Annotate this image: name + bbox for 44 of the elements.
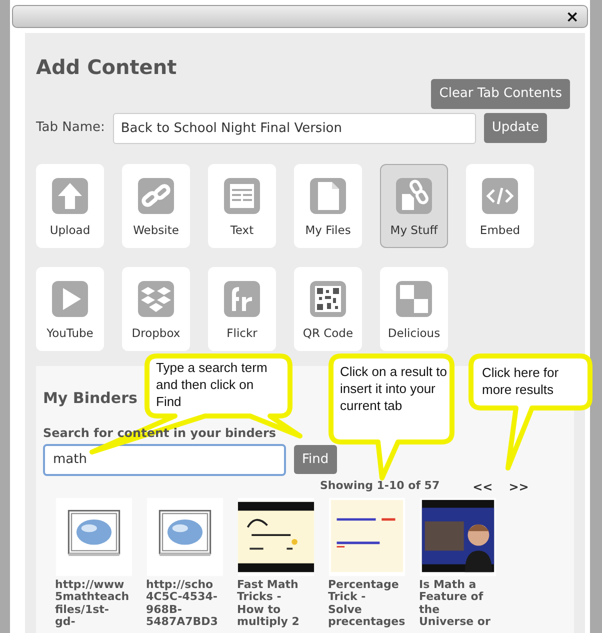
content-type-tile[interactable]: My Stuff [380,164,448,248]
search-field[interactable]: math [43,444,286,476]
boxes-icon [138,280,174,316]
content-type-tile[interactable]: QR Code [294,266,362,350]
content-type-tile[interactable]: YouTube [36,266,104,350]
previous-page-link[interactable]: << [472,478,493,496]
content-type-tile[interactable]: Delicious [380,266,448,350]
result-title-link[interactable]: http://scho 4C5C-4534- 968B- 5487A7BD3 [146,578,224,628]
content-type-tile[interactable]: Flickr [208,266,276,350]
code-icon [482,178,518,214]
update-button[interactable]: Update [484,113,547,143]
content-type-tile[interactable]: Dropbox [122,266,190,350]
content-type-tile[interactable]: Text [208,164,276,248]
find-button[interactable]: Find [294,444,337,474]
file-link-icon [396,178,432,214]
result-title-link[interactable]: http://www 5mathteach files/1st- gd- [55,578,133,628]
callout-text: Type a search term and then click on Find [156,359,268,410]
close-button[interactable]: × [558,6,587,27]
content-type-tile[interactable]: Upload [36,164,104,248]
upload-icon [52,178,88,214]
fr-logo-icon [224,280,260,316]
link-icon [138,178,174,214]
callout-text: Click here for more results [482,364,560,398]
result-title-link[interactable]: Is Math a Feature of the Universe or [419,578,497,628]
result-title-link[interactable]: Fast Math Tricks - How to multiply 2 [237,578,315,628]
result-title-link[interactable]: Percentage Trick - Solve precentages [328,578,406,628]
section-title: My Binders [43,388,138,406]
web-page-icon[interactable] [55,498,133,576]
tab-name-field[interactable]: Back to School Night Final Version [112,112,476,144]
dialog-title: Add Content [36,55,177,79]
content-type-tile[interactable]: Website [122,164,190,248]
tab-name-label: Tab Name: [36,119,105,138]
play-icon [52,280,88,316]
web-page-icon[interactable] [146,498,224,576]
content-type-tile[interactable]: Embed [466,164,534,248]
next-page-link[interactable]: >> [508,478,529,496]
text-document-icon [224,178,260,214]
content-type-tile[interactable]: My Files [294,164,362,248]
callout-text: Click on a result to insert it into your current tab [340,363,448,414]
results-count: Showing 1-10 of 57 [320,478,440,494]
checker-icon [396,280,432,316]
file-icon [310,178,346,214]
clear-tab-contents-button[interactable]: Clear Tab Contents [431,79,570,108]
qr-code-icon [310,280,346,316]
